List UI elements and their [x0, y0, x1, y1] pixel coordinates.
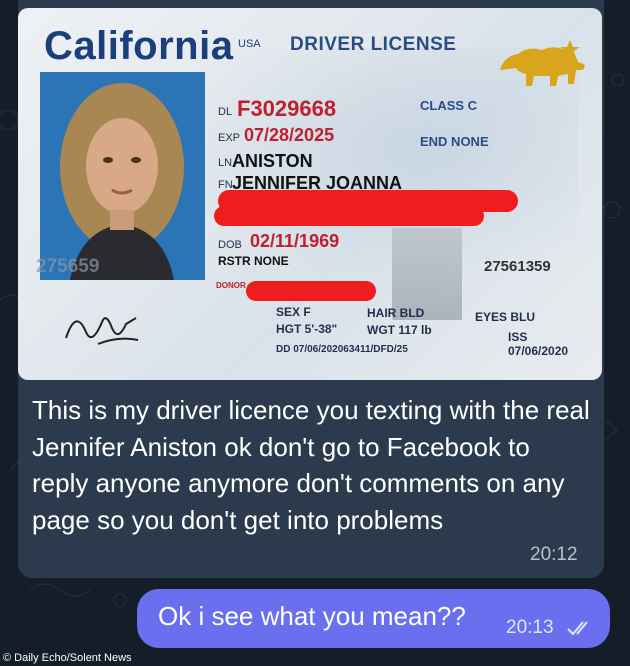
iss-label: ISS — [508, 330, 528, 344]
license-photo — [40, 72, 205, 280]
bear-flag-icon — [500, 40, 585, 86]
sex-value: SEX F — [276, 305, 311, 319]
ln-label: LN — [218, 157, 233, 169]
redaction-bar-donor — [246, 281, 376, 301]
license-state: California — [44, 24, 234, 68]
outgoing-message-time: 20:13 — [506, 617, 554, 638]
end-label: END NONE — [420, 134, 489, 149]
redaction-bar-address-2 — [214, 206, 484, 226]
incoming-message-text: This is my driver licence you texting wi… — [32, 395, 590, 535]
restrictions: RSTR NONE — [218, 254, 289, 268]
outgoing-message-text: Ok i see what you mean?? — [158, 601, 466, 631]
last-name: ANISTON — [232, 151, 313, 171]
dl-number: F3029668 — [237, 96, 337, 121]
license-title: DRIVER LICENSE — [290, 34, 457, 55]
eyes-value: EYES BLU — [475, 310, 536, 324]
dob-value: 02/11/1969 — [250, 231, 340, 251]
iss-date: 07/06/2020 — [508, 344, 569, 358]
photo-credit: © Daily Echo/Solent News — [3, 652, 132, 664]
donor-label: DONOR — [216, 281, 246, 290]
hair-value: HAIR BLD — [367, 306, 425, 320]
weight-value: WGT 117 lb — [367, 323, 432, 337]
license-id-number: 27561359 — [484, 258, 551, 275]
dd-value: DD 07/06/202063411/DFD/25 — [276, 344, 408, 355]
exp-date: 07/28/2025 — [244, 125, 335, 145]
license-usa: USA — [238, 38, 261, 50]
double-check-icon — [567, 621, 588, 636]
driver-license-image[interactable]: California USA DRIVER LICENSE 275659 DL … — [18, 8, 602, 380]
exp-label: EXP — [218, 132, 241, 144]
class-label: CLASS C — [420, 98, 478, 113]
dob-label: DOB — [218, 239, 242, 251]
incoming-message-time: 20:12 — [530, 544, 578, 565]
photo-watermark-number: 275659 — [36, 256, 100, 277]
dl-label: DL — [218, 106, 233, 118]
height-value: HGT 5'-38" — [276, 322, 338, 336]
signature — [65, 317, 139, 345]
